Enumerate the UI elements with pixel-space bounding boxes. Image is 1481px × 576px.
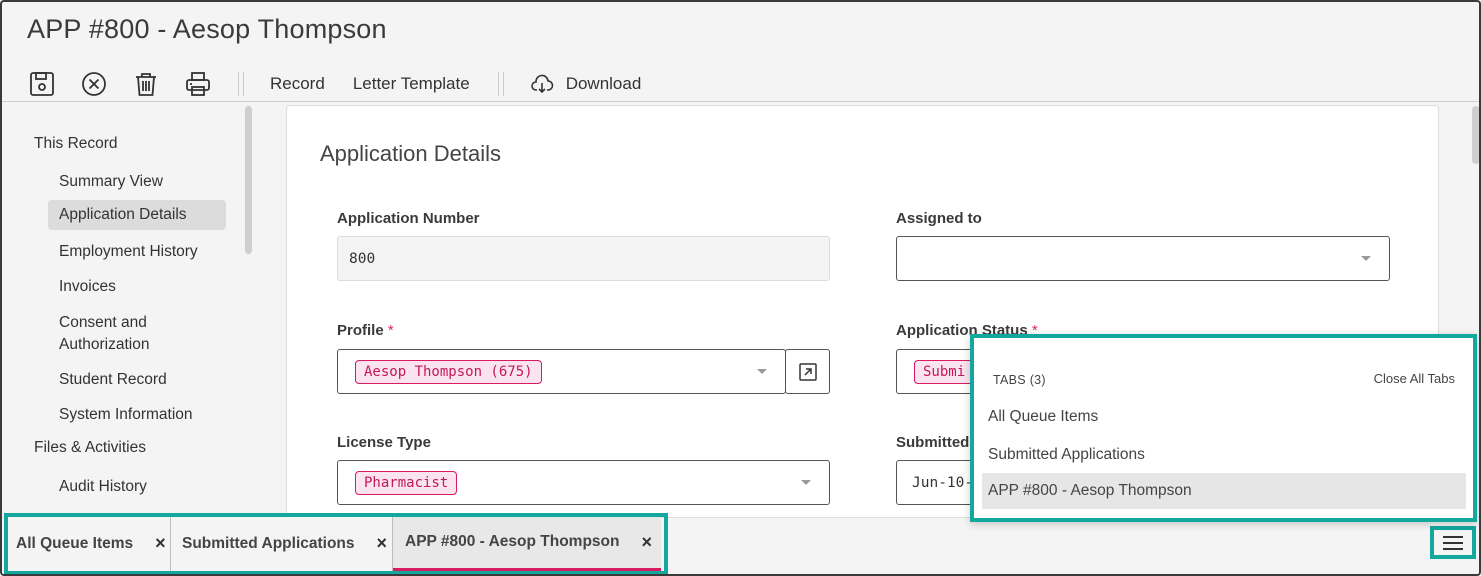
sidebar-item-summary-view[interactable]: Summary View xyxy=(48,167,226,197)
cancel-icon[interactable] xyxy=(76,66,112,102)
external-link-icon xyxy=(798,362,817,381)
record-menu[interactable]: Record xyxy=(270,74,325,94)
open-profile-button[interactable] xyxy=(785,349,830,394)
sidebar-item-invoices[interactable]: Invoices xyxy=(48,272,226,302)
tabs-popup-header: TABS (3) xyxy=(993,373,1046,387)
app-window: APP #800 - Aesop Thompson Record Letter … xyxy=(0,0,1481,576)
application-number-label: Application Number xyxy=(337,210,480,227)
application-status-chip: Submi xyxy=(914,359,975,384)
popup-tab-all-queue-items[interactable]: All Queue Items xyxy=(982,399,1466,435)
sidebar-item-audit-history[interactable]: Audit History xyxy=(48,472,226,502)
profile-chip: Aesop Thompson (675) xyxy=(355,359,542,384)
delete-icon[interactable] xyxy=(128,66,164,102)
assigned-to-select[interactable] xyxy=(896,236,1390,281)
sidebar-item-consent-authorization[interactable]: Consent and Authorization xyxy=(48,308,208,360)
menu-button-highlight-outline xyxy=(1430,526,1476,559)
license-type-label: License Type xyxy=(337,434,431,451)
chevron-down-icon xyxy=(1361,256,1371,261)
cloud-download-icon xyxy=(530,74,553,94)
application-number-field[interactable]: 800 xyxy=(337,236,830,281)
save-icon[interactable] xyxy=(24,66,60,102)
popup-tab-submitted-applications[interactable]: Submitted Applications xyxy=(982,437,1466,473)
assigned-to-label: Assigned to xyxy=(896,210,982,227)
chevron-down-icon xyxy=(801,480,811,485)
profile-select[interactable]: Aesop Thompson (675) xyxy=(337,349,786,394)
sidebar-item-system-information[interactable]: System Information xyxy=(48,400,226,430)
toolbar: Record Letter Template Download xyxy=(24,66,641,102)
sidebar-item-application-details[interactable]: Application Details xyxy=(48,200,226,230)
chevron-down-icon xyxy=(757,369,767,374)
profile-label: Profile * xyxy=(337,322,394,339)
tabs-highlight-outline xyxy=(4,513,668,574)
sidebar-section-files-activities: Files & Activities xyxy=(34,439,146,456)
page-title: APP #800 - Aesop Thompson xyxy=(27,14,387,44)
letter-template-menu[interactable]: Letter Template xyxy=(353,74,470,94)
license-type-chip: Pharmacist xyxy=(355,470,458,495)
sidebar: This Record Summary View Application Det… xyxy=(2,102,254,517)
license-type-select[interactable]: Pharmacist xyxy=(337,460,830,505)
sidebar-section-this-record: This Record xyxy=(34,135,118,152)
sidebar-item-student-record[interactable]: Student Record xyxy=(48,365,226,395)
toolbar-divider xyxy=(497,72,504,96)
close-all-tabs-link[interactable]: Close All Tabs xyxy=(1374,371,1455,386)
download-button[interactable]: Download xyxy=(530,72,642,96)
submitted-label: Submitted xyxy=(896,434,970,451)
submitted-date-value: Jun-10- xyxy=(912,474,974,491)
download-label: Download xyxy=(565,74,642,93)
main-scrollbar[interactable] xyxy=(1472,106,1479,164)
application-number-value: 800 xyxy=(349,250,376,267)
tabs-popup: TABS (3) Close All Tabs All Queue Items … xyxy=(970,334,1477,522)
required-marker: * xyxy=(387,322,394,339)
popup-tab-app-800[interactable]: APP #800 - Aesop Thompson xyxy=(982,473,1466,509)
sidebar-item-employment-history[interactable]: Employment History xyxy=(48,237,226,267)
toolbar-divider xyxy=(238,72,244,96)
print-icon[interactable] xyxy=(180,66,216,102)
profile-label-text: Profile xyxy=(337,322,384,339)
sidebar-scrollbar[interactable] xyxy=(245,106,252,254)
section-title: Application Details xyxy=(320,141,501,166)
